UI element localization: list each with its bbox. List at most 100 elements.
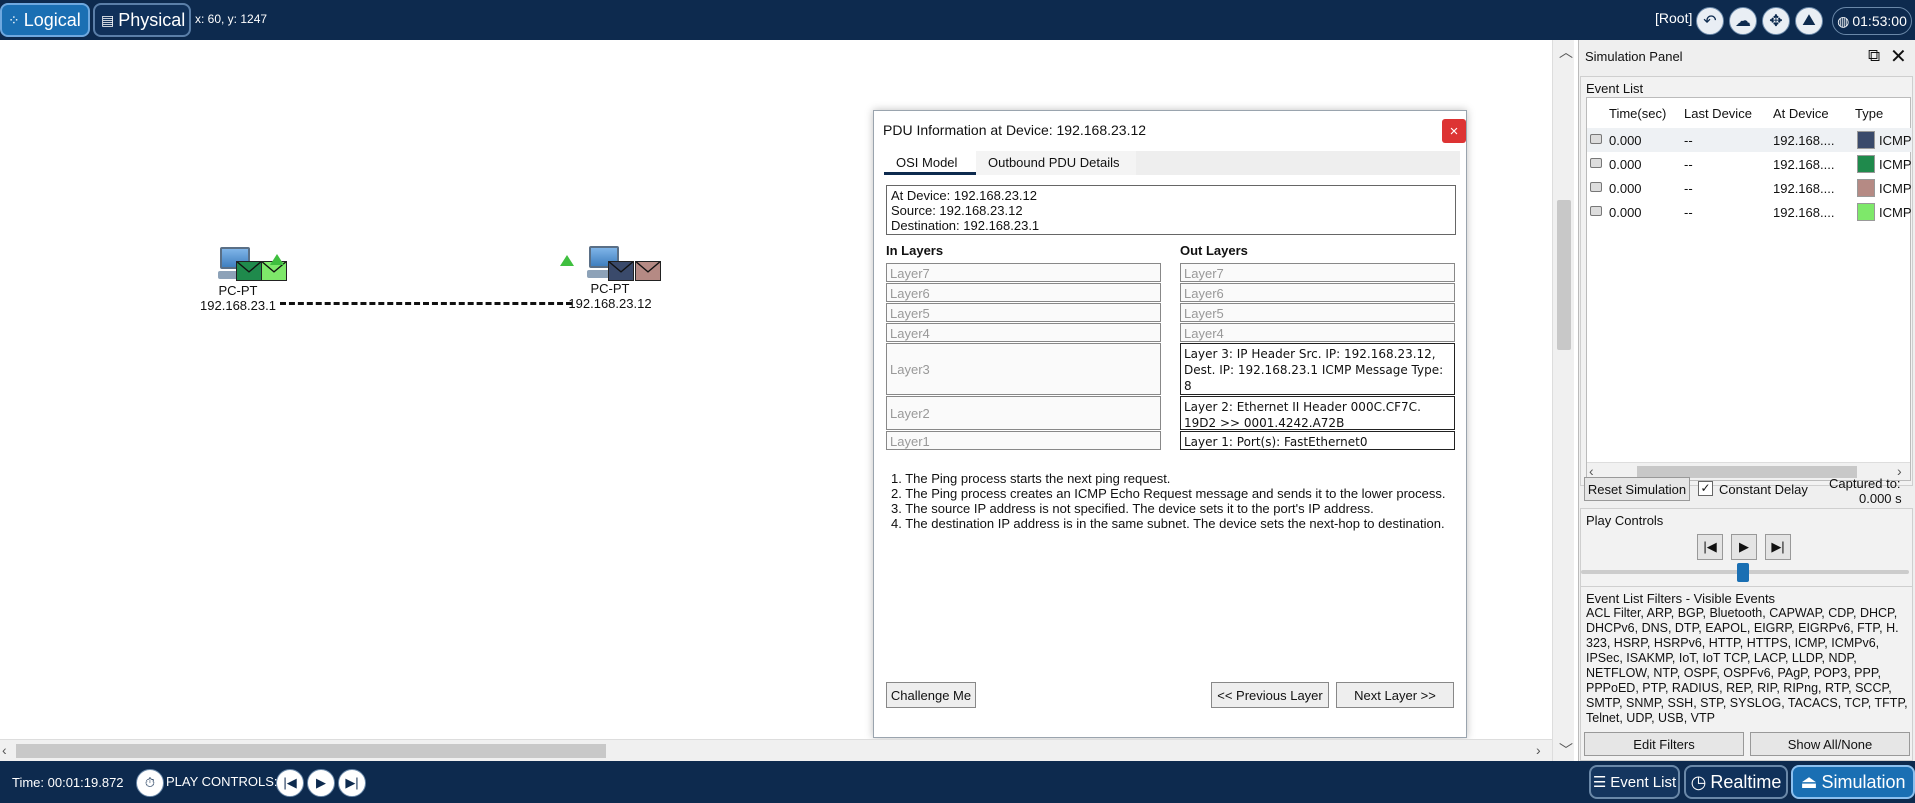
event-row[interactable]: 0.000 -- 192.168.... ICMP bbox=[1587, 152, 1912, 176]
physical-view-button[interactable]: ▤ Physical bbox=[93, 3, 191, 37]
step-forward-button[interactable]: ▶| bbox=[1765, 534, 1791, 560]
logical-view-button[interactable]: ⁘ Logical bbox=[0, 3, 90, 37]
in-layer-6[interactable]: Layer6 bbox=[886, 283, 1161, 302]
tab-outbound-pdu-details[interactable]: Outbound PDU Details bbox=[976, 151, 1136, 175]
out-layer-3[interactable]: Layer 3: IP Header Src. IP: 192.168.23.1… bbox=[1180, 343, 1455, 395]
column-at-device[interactable]: At Device bbox=[1773, 106, 1829, 121]
eye-icon[interactable] bbox=[1590, 158, 1602, 168]
event-time: 0.000 bbox=[1609, 181, 1642, 196]
close-panel-icon[interactable]: ✕ bbox=[1890, 44, 1907, 69]
in-layer-5[interactable]: Layer5 bbox=[886, 303, 1161, 322]
pdu-envelope-icon[interactable] bbox=[608, 261, 634, 281]
eye-icon[interactable] bbox=[1590, 182, 1602, 192]
event-list-table[interactable]: Time(sec) Last Device At Device Type 0.0… bbox=[1586, 97, 1912, 481]
in-layer-4[interactable]: Layer4 bbox=[886, 323, 1161, 342]
event-time: 0.000 bbox=[1609, 205, 1642, 220]
event-type: ICMP bbox=[1879, 157, 1912, 172]
device-2-ip: 192.168.23.12 bbox=[568, 296, 652, 311]
info-at-device: At Device: 192.168.23.12 bbox=[891, 188, 1037, 203]
simulation-mode-button[interactable]: ⏏ Simulation bbox=[1791, 765, 1915, 799]
play-icon: ▶ bbox=[1739, 539, 1749, 554]
link-status-up-icon bbox=[270, 254, 284, 265]
scroll-up-icon[interactable]: ︿ bbox=[1559, 42, 1573, 62]
root-breadcrumb[interactable]: [Root] bbox=[1655, 10, 1692, 26]
event-last-device: -- bbox=[1684, 157, 1693, 172]
play-button[interactable]: ▶ bbox=[1731, 534, 1757, 560]
pdu-information-dialog[interactable]: PDU Information at Device: 192.168.23.12… bbox=[873, 110, 1467, 738]
back-icon[interactable]: ↶ bbox=[1696, 7, 1724, 35]
filters-title: Event List Filters - Visible Events bbox=[1586, 591, 1776, 606]
event-type: ICMP bbox=[1879, 133, 1912, 148]
move-icon[interactable]: ✥ bbox=[1762, 7, 1790, 35]
step-3: 3. The source IP address is not specifie… bbox=[891, 501, 1374, 516]
clock-icon: ◷ bbox=[1690, 771, 1707, 792]
play-icon[interactable]: ▶ bbox=[307, 769, 335, 797]
column-type[interactable]: Type bbox=[1855, 106, 1883, 121]
close-button[interactable]: × bbox=[1442, 119, 1466, 143]
scroll-right-icon[interactable]: › bbox=[1536, 742, 1541, 758]
reset-simulation-button[interactable]: Reset Simulation bbox=[1584, 477, 1690, 501]
restore-window-icon[interactable]: ⧉ bbox=[1868, 46, 1880, 66]
tab-osi-model[interactable]: OSI Model bbox=[884, 151, 976, 175]
horizontal-scroll-thumb[interactable] bbox=[16, 744, 606, 758]
ethernet-link[interactable] bbox=[280, 302, 572, 305]
column-last-device[interactable]: Last Device bbox=[1684, 106, 1752, 121]
vertical-scroll-thumb[interactable] bbox=[1557, 200, 1571, 350]
realtime-mode-button[interactable]: ◷ Realtime bbox=[1684, 765, 1788, 799]
reset-time-icon[interactable]: ⏱ bbox=[136, 769, 164, 797]
event-row[interactable]: 0.000 -- 192.168.... ICMP bbox=[1587, 200, 1912, 224]
event-last-device: -- bbox=[1684, 181, 1693, 196]
step-forward-icon[interactable]: ▶| bbox=[338, 769, 366, 797]
out-layer-1[interactable]: Layer 1: Port(s): FastEthernet0 bbox=[1180, 431, 1455, 450]
play-speed-slider-thumb[interactable] bbox=[1737, 563, 1749, 582]
event-row[interactable]: 0.000 -- 192.168.... ICMP bbox=[1587, 176, 1912, 200]
constant-delay-checkbox[interactable]: ✓ bbox=[1698, 481, 1713, 496]
workspace-horizontal-scrollbar[interactable]: ‹ › bbox=[0, 739, 1552, 761]
out-layer-4[interactable]: Layer4 bbox=[1180, 323, 1455, 342]
device-1-name: PC-PT bbox=[218, 283, 258, 298]
show-all-none-button[interactable]: Show All/None bbox=[1750, 732, 1910, 756]
in-layer-3[interactable]: Layer3 bbox=[886, 343, 1161, 395]
clock-display[interactable]: ◍ 01:53:00 bbox=[1832, 7, 1912, 35]
captured-to-label: Captured to: bbox=[1829, 476, 1901, 491]
background-image-icon[interactable]: ⛰ bbox=[1795, 7, 1823, 35]
visible-events-list: ACL Filter, ARP, BGP, Bluetooth, CAPWAP,… bbox=[1586, 606, 1908, 725]
out-layer-7[interactable]: Layer7 bbox=[1180, 263, 1455, 282]
eye-icon[interactable] bbox=[1590, 134, 1602, 144]
pdu-envelope-icon[interactable] bbox=[236, 261, 262, 281]
info-destination: Destination: 192.168.23.1 bbox=[891, 218, 1040, 233]
event-list-title: Event List bbox=[1586, 81, 1644, 96]
scroll-down-icon[interactable]: ﹀ bbox=[1559, 740, 1573, 760]
device-info-box: At Device: 192.168.23.12 Source: 192.168… bbox=[886, 185, 1456, 235]
pdu-envelope-icon[interactable] bbox=[635, 261, 661, 281]
out-layer-2[interactable]: Layer 2: Ethernet II Header 000C.CF7C. 1… bbox=[1180, 396, 1455, 430]
out-layer-6[interactable]: Layer6 bbox=[1180, 283, 1455, 302]
event-type: ICMP bbox=[1879, 181, 1912, 196]
cursor-coordinates: x: 60, y: 1247 bbox=[195, 12, 268, 26]
step-back-icon[interactable]: |◀ bbox=[276, 769, 304, 797]
previous-layer-button[interactable]: << Previous Layer bbox=[1211, 682, 1329, 708]
in-layer-7[interactable]: Layer7 bbox=[886, 263, 1161, 282]
list-icon: ☰ bbox=[1592, 774, 1607, 791]
event-type: ICMP bbox=[1879, 205, 1912, 220]
event-color-swatch bbox=[1857, 203, 1875, 221]
scroll-left-icon[interactable]: ‹ bbox=[2, 742, 7, 758]
out-layer-5[interactable]: Layer5 bbox=[1180, 303, 1455, 322]
cloud-icon[interactable]: ☁ bbox=[1729, 7, 1757, 35]
challenge-me-button[interactable]: Challenge Me bbox=[886, 682, 976, 708]
in-layer-1[interactable]: Layer1 bbox=[886, 431, 1161, 450]
eye-icon[interactable] bbox=[1590, 206, 1602, 216]
logical-workspace[interactable]: PC-PT 192.168.23.1 PC-PT 192.168.23.12 P… bbox=[0, 40, 1555, 761]
constant-delay-label: Constant Delay bbox=[1719, 482, 1808, 497]
step-back-button[interactable]: |◀ bbox=[1697, 534, 1723, 560]
column-time[interactable]: Time(sec) bbox=[1609, 106, 1666, 121]
in-layer-2[interactable]: Layer2 bbox=[886, 396, 1161, 430]
event-list-toggle-button[interactable]: ☰ Event List bbox=[1589, 765, 1680, 799]
step-2: 2. The Ping process creates an ICMP Echo… bbox=[891, 486, 1446, 501]
edit-filters-button[interactable]: Edit Filters bbox=[1584, 732, 1744, 756]
workspace-vertical-scrollbar[interactable]: ︿ ﹀ bbox=[1552, 40, 1574, 761]
logical-label: Logical bbox=[23, 9, 81, 30]
event-last-device: -- bbox=[1684, 205, 1693, 220]
event-row[interactable]: 0.000 -- 192.168.... ICMP bbox=[1587, 128, 1912, 152]
next-layer-button[interactable]: Next Layer >> bbox=[1336, 682, 1454, 708]
